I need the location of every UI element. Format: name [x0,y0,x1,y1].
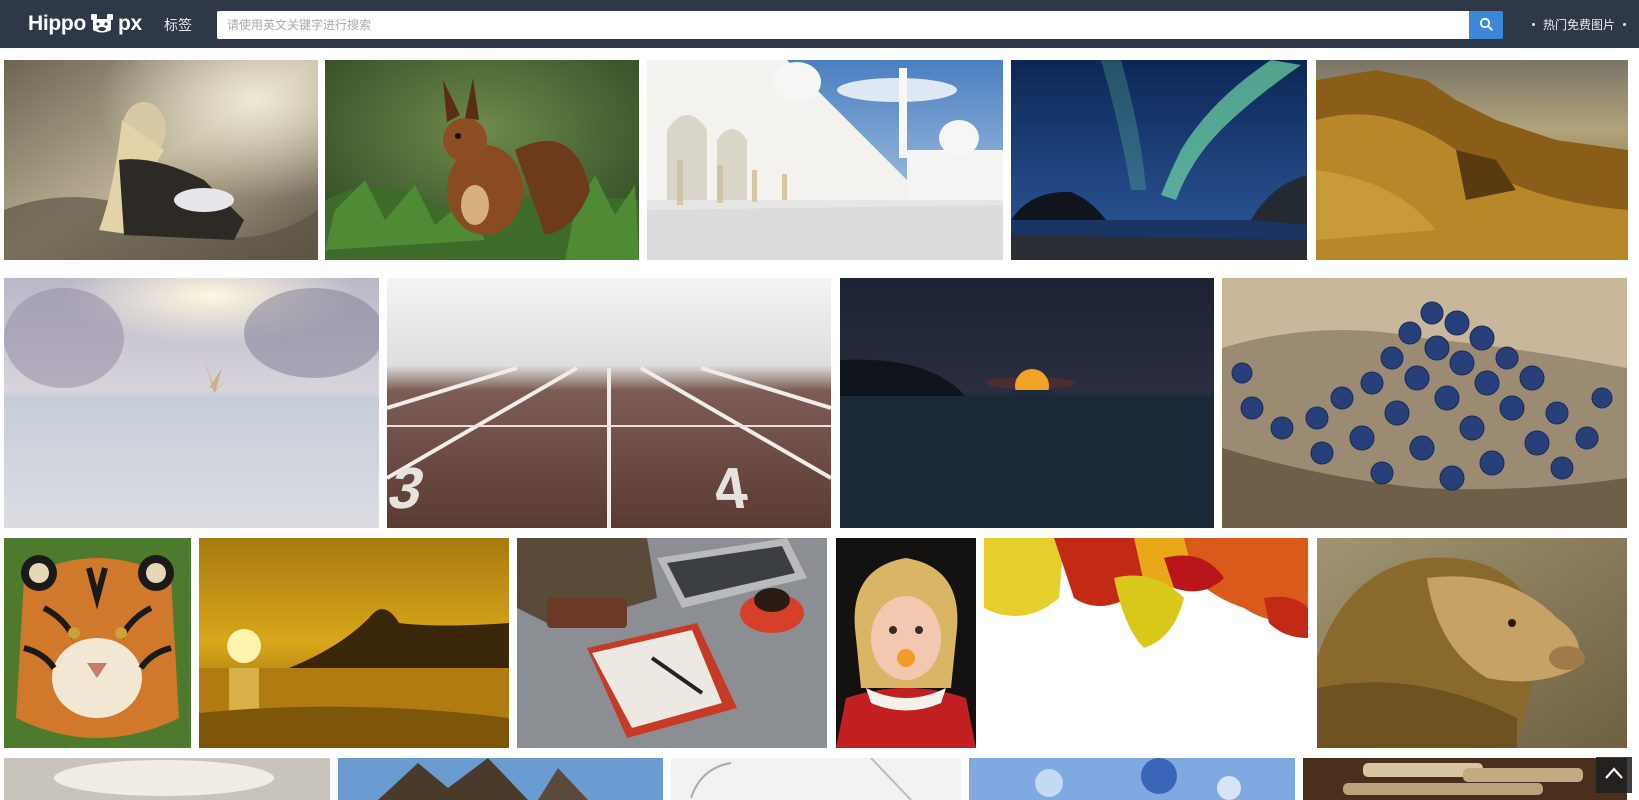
gallery-image-girl-sitting-in-grass[interactable] [4,60,318,260]
search-button[interactable] [1469,11,1503,39]
hot-free-images-link[interactable]: 热门免费图片 [1532,16,1627,33]
gallery-image-golden-cliffs-landscape[interactable] [1316,60,1628,260]
gallery-image-autumn-leaves-border[interactable] [984,538,1308,748]
gallery-image-sunset-over-dark-sea[interactable] [840,278,1214,528]
hippo-icon [89,13,115,35]
gallery-image-cloudy-sky[interactable] [4,758,330,800]
gallery-image-little-girl-red-dress[interactable] [836,538,976,748]
search-input[interactable] [217,11,1469,39]
gallery-image-red-squirrel-on-pine[interactable] [325,60,639,260]
gallery-image-white-abstract[interactable] [671,758,961,800]
logo-text-hippo: Hippo [28,12,86,35]
site-logo[interactable]: Hippo px [28,10,142,38]
hot-link-label: 热门免费图片 [1543,18,1616,32]
gallery-image-aurora-over-sea[interactable] [1011,60,1307,260]
gallery-image-stacked-items[interactable] [1303,758,1627,800]
gallery-image-blueberries-on-wood[interactable] [1222,278,1627,528]
gallery-image-white-mosque-arcade[interactable] [647,60,1003,260]
gallery-image-desk-with-laptop-and-notebook[interactable] [517,538,827,748]
app-root: Hippo px 标签 请使用英文关键字进行搜索 热门免费图片 3 4 [0,0,1639,800]
chevron-up-icon [1604,766,1624,785]
scroll-to-top-button[interactable] [1596,757,1632,793]
search-icon [1479,17,1493,34]
bullet-dot [1532,23,1535,26]
logo-text-px: px [117,12,142,35]
gallery-image-lion-profile[interactable] [1317,538,1627,748]
gallery-image-golden-beach-sunset[interactable] [199,538,509,748]
gallery-image-bengal-tiger-face[interactable] [4,538,191,748]
gallery-image-running-track-lanes[interactable]: 3 4 [387,278,831,528]
nav-tags-link[interactable]: 标签 [164,15,192,35]
top-nav-bar: Hippo px 标签 请使用英文关键字进行搜索 热门免费图片 [0,0,1639,48]
gallery-image-frosty-blurred-field[interactable] [4,278,379,528]
search-bar [217,11,1513,39]
image-gallery: 3 4 [0,48,1639,800]
gallery-image-blue-crystals[interactable] [969,758,1295,800]
bullet-dot [1623,23,1627,26]
gallery-image-sea-blue-sky[interactable] [338,758,663,800]
